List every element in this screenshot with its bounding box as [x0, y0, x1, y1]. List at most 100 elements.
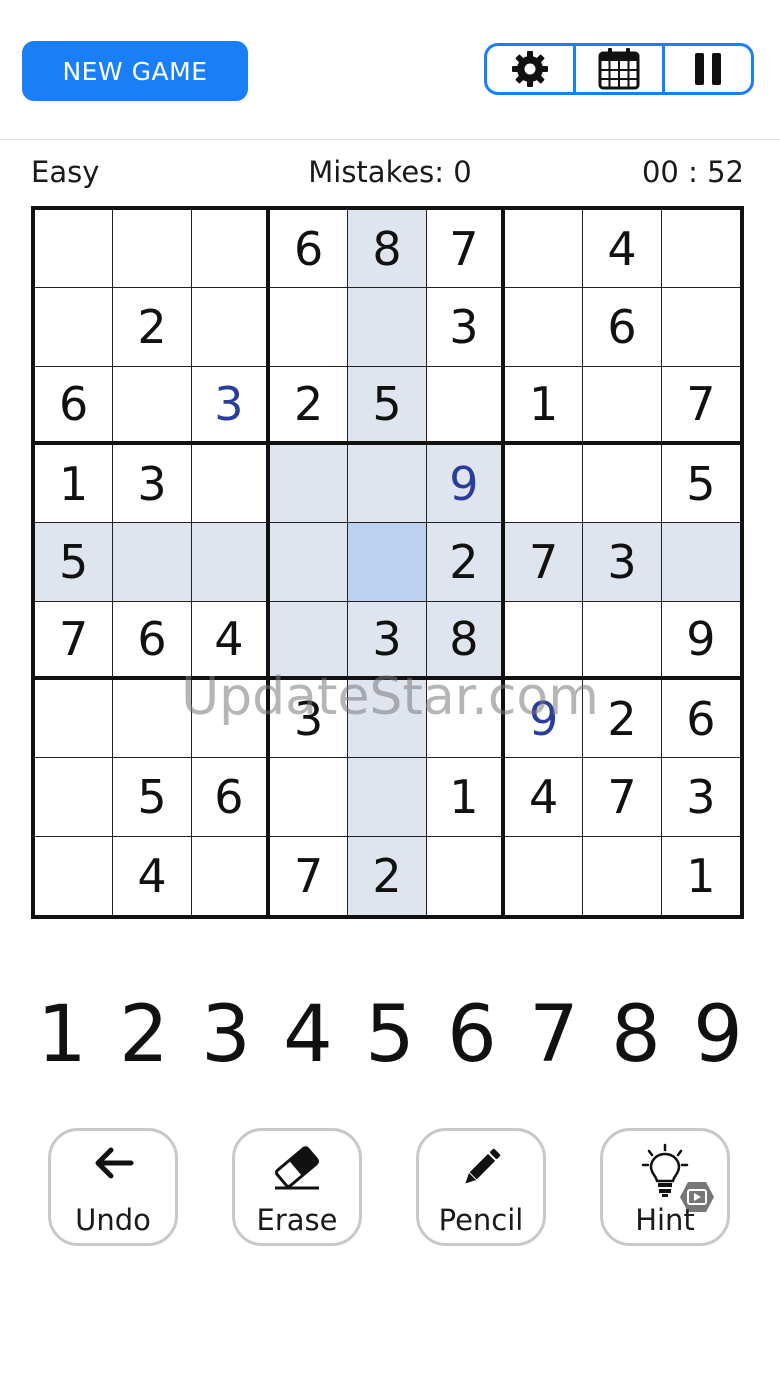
- board-cell[interactable]: [35, 680, 114, 759]
- board-cell[interactable]: 6: [661, 680, 740, 759]
- board-cell[interactable]: [192, 836, 270, 915]
- board-cell[interactable]: 7: [661, 367, 740, 445]
- number-key-1[interactable]: 1: [22, 985, 102, 1085]
- board-cell[interactable]: 3: [191, 366, 270, 445]
- board-cell[interactable]: [583, 366, 662, 445]
- board-cell[interactable]: 4: [191, 601, 270, 680]
- board-cell[interactable]: 2: [583, 680, 662, 759]
- board-cell[interactable]: 3: [583, 523, 662, 602]
- number-key-4[interactable]: 4: [268, 985, 348, 1085]
- board-cell[interactable]: [505, 210, 584, 289]
- board-cell[interactable]: [270, 288, 349, 367]
- board-cell[interactable]: [35, 836, 114, 915]
- board-cell[interactable]: [583, 601, 662, 680]
- board-cell[interactable]: [35, 758, 114, 837]
- settings-button[interactable]: [487, 46, 573, 92]
- board-cell[interactable]: [348, 523, 427, 602]
- board-cell[interactable]: 2: [348, 836, 427, 915]
- board-cell[interactable]: [661, 210, 740, 289]
- board-cell[interactable]: 3: [113, 445, 192, 524]
- board-cell[interactable]: [191, 680, 270, 759]
- hint-label: Hint: [635, 1203, 695, 1237]
- board-cell[interactable]: 5: [661, 445, 740, 524]
- board-cell[interactable]: [191, 288, 270, 367]
- board-cell[interactable]: [583, 445, 662, 524]
- board-cell[interactable]: 3: [270, 680, 349, 759]
- board-cell[interactable]: [426, 680, 505, 759]
- number-key-5[interactable]: 5: [350, 985, 430, 1085]
- board-cell[interactable]: 2: [270, 366, 349, 445]
- board-cell[interactable]: [113, 680, 192, 759]
- board-cell[interactable]: [505, 836, 584, 915]
- board-cell[interactable]: [270, 523, 349, 602]
- board-cell[interactable]: 7: [270, 836, 349, 915]
- board-cell[interactable]: 6: [191, 758, 270, 837]
- board-cell[interactable]: [113, 523, 192, 602]
- number-key-3[interactable]: 3: [186, 985, 266, 1085]
- board-cell[interactable]: 3: [348, 601, 427, 680]
- board-cell[interactable]: 7: [426, 210, 505, 289]
- board-cell[interactable]: 2: [426, 523, 505, 602]
- board-cell[interactable]: 4: [505, 758, 584, 837]
- calendar-button[interactable]: [573, 46, 662, 92]
- board-cell[interactable]: 6: [113, 601, 192, 680]
- board-cell[interactable]: 7: [505, 523, 584, 602]
- board-cell[interactable]: 8: [348, 210, 427, 289]
- number-key-9[interactable]: 9: [678, 985, 758, 1085]
- board-cell[interactable]: [35, 210, 114, 289]
- board-cell[interactable]: 8: [426, 601, 505, 680]
- board-cell[interactable]: [113, 210, 192, 289]
- board-cell[interactable]: [191, 445, 270, 524]
- board-cell[interactable]: 1: [505, 366, 584, 445]
- board-cell[interactable]: [270, 758, 349, 837]
- board-cell[interactable]: 7: [583, 758, 662, 837]
- board-cell[interactable]: 5: [35, 523, 114, 602]
- board-cell[interactable]: 9: [426, 445, 505, 524]
- number-key-2[interactable]: 2: [104, 985, 184, 1085]
- board-cell[interactable]: 5: [348, 366, 427, 445]
- board-cell[interactable]: [583, 836, 662, 915]
- board-cell[interactable]: [426, 366, 505, 445]
- board-cell[interactable]: [661, 523, 740, 602]
- number-key-6[interactable]: 6: [432, 985, 512, 1085]
- board-cell[interactable]: [191, 210, 270, 289]
- board-cell[interactable]: [505, 288, 584, 367]
- erase-button[interactable]: Erase: [232, 1128, 362, 1246]
- board-cell[interactable]: 9: [505, 680, 584, 759]
- number-key-8[interactable]: 8: [596, 985, 676, 1085]
- undo-button[interactable]: Undo: [48, 1128, 178, 1246]
- board-cell[interactable]: 4: [583, 210, 662, 289]
- board-cell[interactable]: [348, 758, 427, 837]
- board-cell[interactable]: [348, 445, 427, 524]
- board-cell[interactable]: 5: [113, 758, 192, 837]
- board-cell[interactable]: [348, 288, 427, 367]
- board-cell[interactable]: [270, 445, 349, 524]
- board-cell[interactable]: 9: [661, 602, 740, 680]
- board-cell[interactable]: 6: [35, 366, 114, 445]
- board-cell[interactable]: [270, 601, 349, 680]
- board-cell[interactable]: 1: [426, 758, 505, 837]
- pencil-button[interactable]: Pencil: [416, 1128, 546, 1246]
- board-cell[interactable]: 1: [662, 837, 740, 915]
- board-cell[interactable]: [427, 836, 505, 915]
- board-cell[interactable]: [505, 601, 584, 680]
- board-cell[interactable]: 6: [270, 210, 349, 289]
- board-cell[interactable]: 3: [426, 288, 505, 367]
- pause-button[interactable]: [662, 46, 751, 92]
- new-game-button[interactable]: NEW GAME: [22, 41, 248, 101]
- board-cell[interactable]: [113, 366, 192, 445]
- board-cell[interactable]: 2: [113, 288, 192, 367]
- board-cell[interactable]: [191, 523, 270, 602]
- board-cell[interactable]: [35, 288, 114, 367]
- board-cell[interactable]: [348, 680, 427, 759]
- board-cell[interactable]: [505, 445, 584, 524]
- number-pad: 123456789: [22, 985, 758, 1085]
- board-cell[interactable]: 7: [35, 601, 114, 680]
- board-cell[interactable]: [661, 288, 740, 367]
- board-cell[interactable]: 6: [583, 288, 662, 367]
- number-key-7[interactable]: 7: [514, 985, 594, 1085]
- board-cell[interactable]: 1: [35, 445, 114, 524]
- board-cell[interactable]: 3: [661, 758, 740, 837]
- board-cell[interactable]: 4: [113, 836, 192, 915]
- hint-button[interactable]: Hint: [600, 1128, 730, 1246]
